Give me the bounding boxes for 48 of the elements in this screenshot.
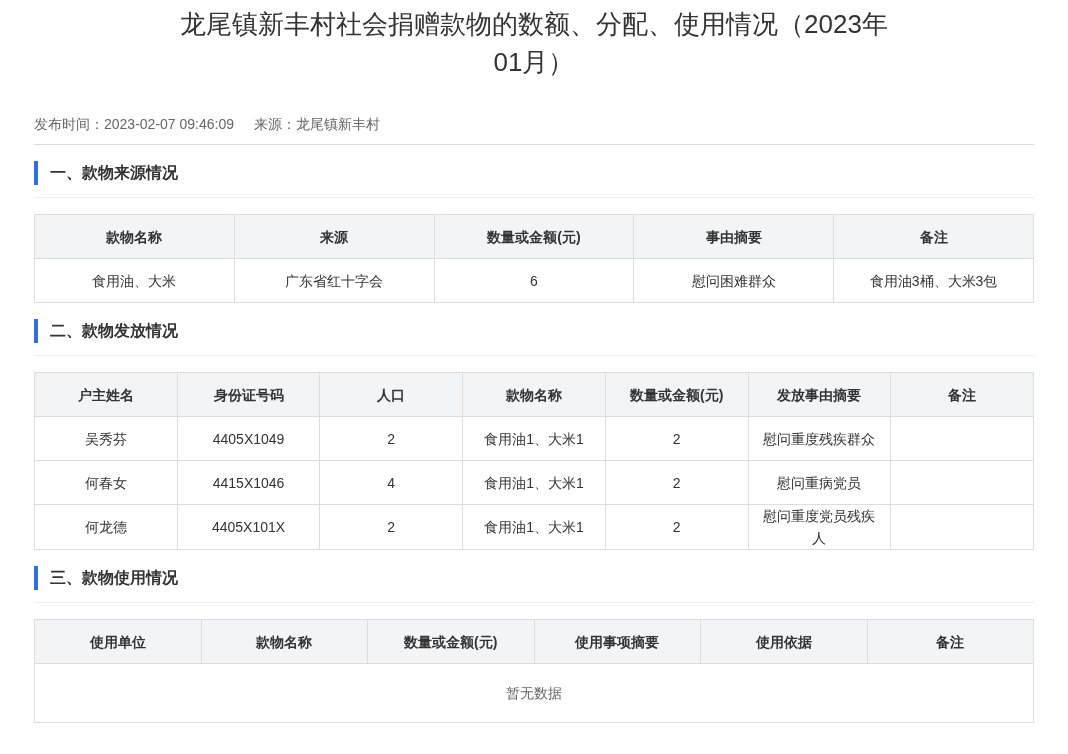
table-cell: 2 [605,504,748,550]
table-cell: 慰问困难群众 [633,258,834,303]
column-header: 备注 [833,214,1034,259]
table-cell: 食用油1、大米1 [462,416,606,461]
column-header: 身份证号码 [177,372,320,417]
section-heading: 三、款物使用情况 [34,566,178,590]
table-cell: 4415X1046 [177,460,320,505]
column-header: 数量或金额(元) [367,619,534,664]
table-cell: 2 [605,416,748,461]
table-cell: 何龙德 [34,504,178,550]
article-title: 龙尾镇新丰村社会捐赠款物的数额、分配、使用情况（2023年01月） [179,8,889,79]
column-header: 户主姓名 [34,372,178,417]
meta-text: 来源：龙尾镇新丰村 [254,116,380,134]
table-cell: 4 [319,460,463,505]
table-cell: 慰问重度党员残疾人 [748,504,891,550]
column-header: 数量或金额(元) [434,214,634,259]
column-header: 来源 [234,214,435,259]
column-header: 人口 [319,372,463,417]
table-cell: 食用油、大米 [34,258,235,303]
column-header: 数量或金额(元) [605,372,748,417]
column-header: 款物名称 [201,619,368,664]
table-cell: 食用油1、大米1 [462,460,606,505]
table-cell: 食用油3桶、大米3包 [833,258,1034,303]
table-cell: 慰问重病党员 [748,460,891,505]
table-cell: 4405X101X [177,504,320,550]
table-cell: 何春女 [34,460,178,505]
column-header: 事由摘要 [633,214,834,259]
column-header: 使用单位 [34,619,201,664]
column-header: 使用依据 [700,619,867,664]
column-header: 备注 [890,372,1034,417]
table-cell: 6 [434,258,634,303]
column-header: 使用事项摘要 [534,619,701,664]
table-cell: 吴秀芬 [34,416,178,461]
table-cell: 食用油1、大米1 [462,504,606,550]
table-cell: 2 [319,416,463,461]
table-cell: 4405X1049 [177,416,320,461]
empty-message: 暂无数据 [506,685,562,701]
table-cell: 2 [319,504,463,550]
section-heading: 二、款物发放情况 [34,319,178,343]
column-header: 款物名称 [462,372,606,417]
table-cell: 广东省红十字会 [234,258,435,303]
table-cell: 慰问重度残疾群众 [748,416,891,461]
column-header: 备注 [867,619,1034,664]
meta-text: 发布时间：2023-02-07 09:46:09 [34,116,234,134]
column-header: 发放事由摘要 [748,372,891,417]
section-heading: 一、款物来源情况 [34,161,178,185]
column-header: 款物名称 [34,214,235,259]
table-cell: 2 [605,460,748,505]
